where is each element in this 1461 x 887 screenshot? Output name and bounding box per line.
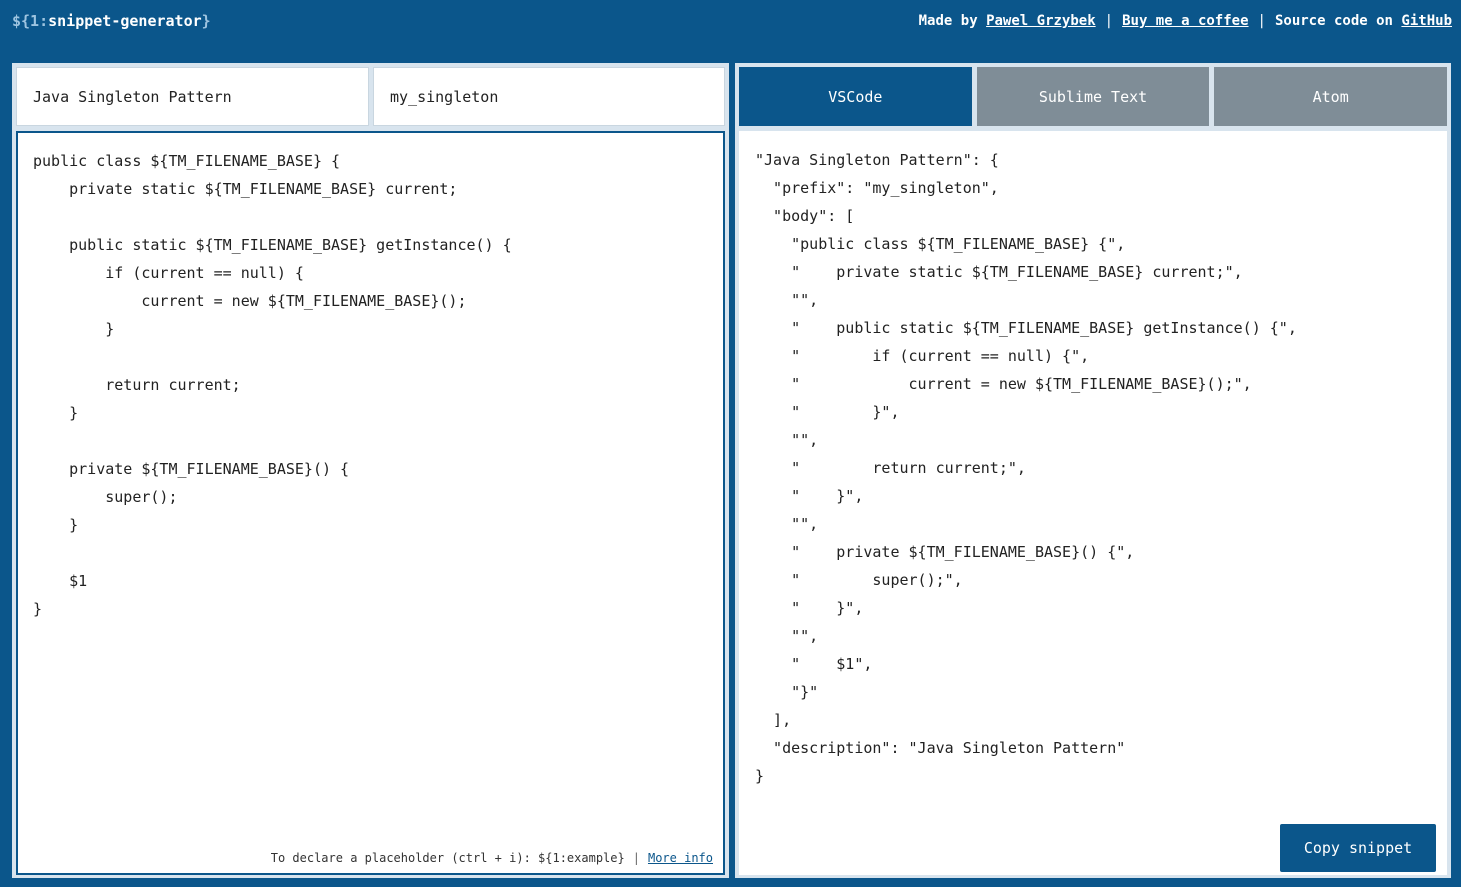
prefix-input[interactable]: [373, 67, 725, 126]
logo-name: snippet-generator: [48, 12, 202, 30]
source-text: Source code on: [1274, 13, 1393, 29]
placeholder-hint: To declare a placeholder (ctrl + i): ${1…: [271, 851, 713, 865]
description-input[interactable]: [16, 67, 369, 126]
tab-atom[interactable]: Atom: [1214, 67, 1448, 126]
hint-separator: |: [632, 851, 640, 865]
output-panel: VSCode Sublime Text Atom "Java Singleton…: [735, 63, 1451, 878]
hint-text: To declare a placeholder (ctrl + i): ${1…: [270, 851, 625, 865]
editor-tabs: VSCode Sublime Text Atom: [739, 67, 1448, 126]
app-logo[interactable]: ${1:snippet-generator}: [12, 12, 211, 30]
tab-sublime-text[interactable]: Sublime Text: [976, 67, 1210, 126]
coffee-link[interactable]: Buy me a coffee: [1122, 13, 1248, 29]
github-link[interactable]: GitHub: [1401, 13, 1452, 29]
logo-suffix: }: [201, 12, 211, 30]
author-link[interactable]: Pawel Grzybek: [986, 13, 1096, 29]
separator: |: [1104, 13, 1114, 29]
output-code: "Java Singleton Pattern": { "prefix": "m…: [755, 151, 1297, 785]
app-header: ${1:snippet-generator} Made by Pawel Grz…: [0, 0, 1461, 42]
credits: Made by Pawel Grzybek | Buy me a coffee …: [919, 13, 1452, 29]
separator: |: [1257, 13, 1266, 29]
code-editor[interactable]: public class ${TM_FILENAME_BASE} { priva…: [16, 131, 725, 875]
editor-code[interactable]: public class ${TM_FILENAME_BASE} { priva…: [33, 147, 512, 623]
input-panel: public class ${TM_FILENAME_BASE} { priva…: [12, 63, 729, 878]
logo-prefix: ${1:: [12, 12, 49, 30]
more-info-link[interactable]: More info: [648, 851, 713, 865]
made-by-text: Made by: [918, 13, 978, 29]
snippet-output: "Java Singleton Pattern": { "prefix": "m…: [739, 131, 1447, 875]
tab-vscode[interactable]: VSCode: [739, 67, 972, 126]
copy-snippet-button[interactable]: Copy snippet: [1280, 824, 1436, 872]
